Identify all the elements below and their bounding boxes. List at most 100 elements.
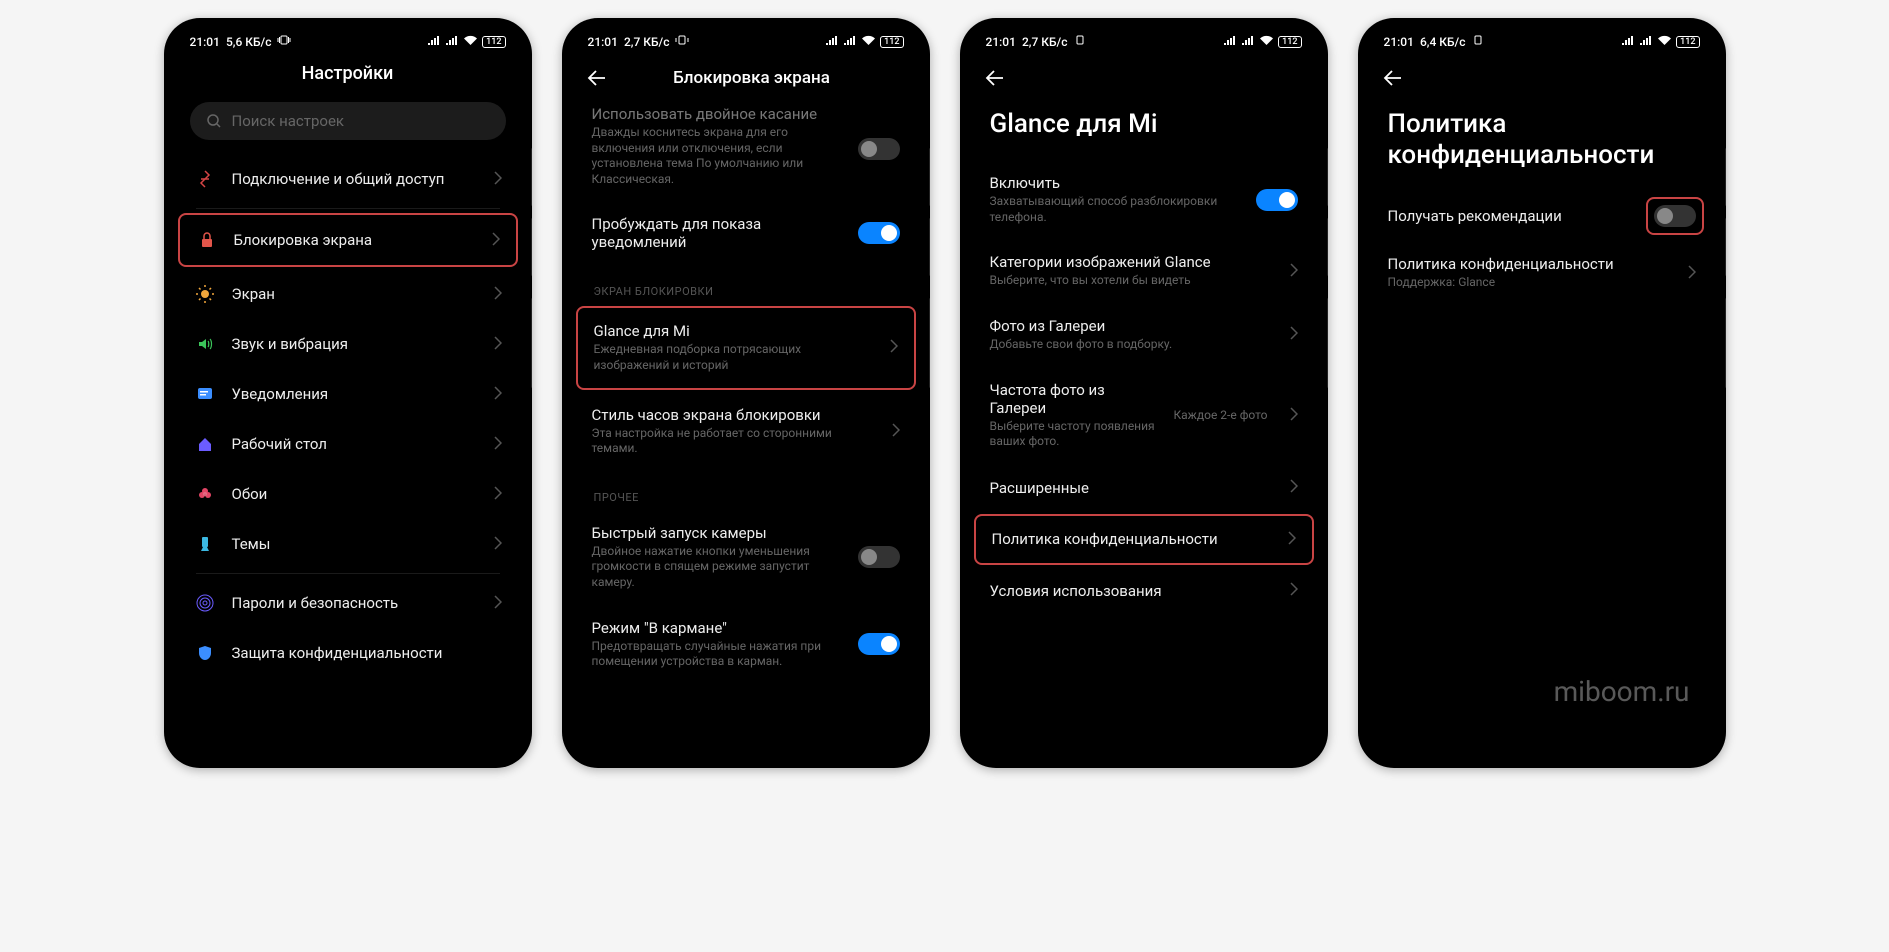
item-label: Уведомления — [232, 385, 478, 403]
side-button — [1725, 148, 1726, 206]
setting-pocket-mode[interactable]: Режим "В кармане" Предотвращать случайны… — [576, 605, 916, 684]
wifi-icon — [861, 35, 876, 49]
item-label: Блокировка экрана — [234, 231, 476, 249]
settings-item-home[interactable]: Рабочий стол — [178, 419, 518, 469]
setting-double-tap[interactable]: Использовать двойное касание Дважды косн… — [576, 97, 916, 201]
toggle[interactable] — [1256, 189, 1298, 211]
item-description: Эта настройка не работает со сторонними … — [592, 426, 876, 457]
setting-quick-camera[interactable]: Быстрый запуск камеры Двойное нажатие кн… — [576, 510, 916, 605]
settings-item-connectivity[interactable]: Подключение и общий доступ — [178, 154, 518, 204]
search-icon — [206, 113, 222, 129]
settings-item-sound[interactable]: Звук и вибрация — [178, 319, 518, 369]
toggle[interactable] — [858, 222, 900, 244]
item-label: Использовать двойное касание — [592, 105, 842, 123]
side-button — [929, 148, 930, 206]
vibrate-icon — [1073, 34, 1087, 49]
phone-frame-4: 21:01 6,4 КБ/с 112 Политика конфиденциал… — [1358, 18, 1726, 768]
page-title: Политика конфиденциальности — [1366, 97, 1718, 191]
toggle[interactable] — [858, 633, 900, 655]
signal-icon — [843, 35, 857, 49]
status-bar: 21:01 5,6 КБ/с 112 — [172, 26, 524, 53]
toggle[interactable] — [858, 138, 900, 160]
chevron-right-icon — [494, 285, 502, 304]
item-description: Предотвращать случайные нажатия при поме… — [592, 639, 842, 670]
item-description: Ежедневная подборка потрясающих изображе… — [594, 342, 874, 373]
settings-item-privacy[interactable]: Защита конфиденциальности — [178, 628, 518, 678]
setting-terms[interactable]: Условия использования — [974, 567, 1314, 615]
toggle[interactable] — [858, 546, 900, 568]
setting-privacy-policy[interactable]: Политика конфиденциальности — [974, 514, 1314, 565]
item-label: Включить — [990, 174, 1240, 192]
vibrate-icon — [675, 34, 689, 49]
item-label: Условия использования — [990, 582, 1274, 600]
item-description: Дважды коснитесь экрана для его включени… — [592, 125, 842, 187]
chevron-right-icon — [494, 170, 502, 189]
phone-frame-3: 21:01 2,7 КБ/с 112 Glance для Mi Включит… — [960, 18, 1328, 768]
item-label: Получать рекомендации — [1388, 207, 1638, 225]
share-icon — [194, 168, 216, 190]
item-label: Экран — [232, 285, 478, 303]
chevron-right-icon — [1290, 325, 1298, 344]
search-input[interactable]: Поиск настроек — [190, 102, 506, 140]
brush-icon — [194, 533, 216, 555]
setting-gallery-photos[interactable]: Фото из Галереи Добавьте свои фото в под… — [974, 303, 1314, 367]
item-label: Пробуждать для показа уведомлений — [592, 215, 842, 251]
vibrate-icon — [1471, 34, 1485, 49]
setting-recommendations[interactable]: Получать рекомендации — [1372, 191, 1712, 241]
side-button — [1327, 218, 1328, 276]
settings-item-security[interactable]: Пароли и безопасность — [178, 578, 518, 628]
status-speed: 2,7 КБ/с — [1022, 35, 1068, 49]
item-label: Политика конфиденциальности — [1388, 255, 1672, 273]
signal-icon — [427, 35, 441, 49]
settings-item-notifications[interactable]: Уведомления — [178, 369, 518, 419]
item-description: Добавьте свои фото в подборку. — [990, 337, 1274, 353]
chevron-right-icon — [1290, 478, 1298, 497]
status-speed: 5,6 КБ/с — [226, 35, 272, 49]
signal-icon — [1241, 35, 1255, 49]
wifi-icon — [1259, 35, 1274, 49]
chevron-right-icon — [1290, 406, 1298, 425]
setting-glance[interactable]: Glance для Mi Ежедневная подборка потряс… — [576, 306, 916, 389]
item-label: Защита конфиденциальности — [232, 644, 502, 662]
chevron-right-icon — [1688, 264, 1696, 283]
item-label: Расширенные — [990, 479, 1274, 497]
settings-item-display[interactable]: Экран — [178, 269, 518, 319]
toggle[interactable] — [1654, 205, 1696, 227]
phone-frame-1: 21:01 5,6 КБ/с 112 Настройки Поиск настр… — [164, 18, 532, 768]
settings-item-wallpaper[interactable]: Обои — [178, 469, 518, 519]
item-label: Подключение и общий доступ — [232, 170, 478, 188]
setting-frequency[interactable]: Частота фото из Галереи Выберите частоту… — [974, 367, 1314, 464]
side-button — [1725, 298, 1726, 388]
chevron-right-icon — [1290, 262, 1298, 281]
setting-enable[interactable]: Включить Захватывающий способ разблокиро… — [974, 160, 1314, 239]
settings-item-lockscreen[interactable]: Блокировка экрана — [178, 213, 518, 267]
setting-categories[interactable]: Категории изображений Glance Выберите, ч… — [974, 239, 1314, 303]
chevron-right-icon — [1290, 581, 1298, 600]
highlight-box — [1646, 197, 1704, 235]
setting-clock-style[interactable]: Стиль часов экрана блокировки Эта настро… — [576, 392, 916, 471]
chevron-right-icon — [494, 435, 502, 454]
battery-icon: 112 — [880, 36, 903, 48]
back-button[interactable] — [584, 65, 610, 91]
item-label: Категории изображений Glance — [990, 253, 1274, 271]
chevron-right-icon — [892, 422, 900, 441]
settings-item-themes[interactable]: Темы — [178, 519, 518, 569]
side-button — [531, 298, 532, 388]
phone-frame-2: 21:01 2,7 КБ/с 112 Блокировка экрана Исп… — [562, 18, 930, 768]
setting-privacy-link[interactable]: Политика конфиденциальности Поддержка: G… — [1372, 241, 1712, 305]
back-button[interactable] — [1380, 65, 1406, 91]
section-header: ПРОЧЕЕ — [576, 471, 916, 510]
back-button[interactable] — [982, 65, 1008, 91]
status-speed: 6,4 КБ/с — [1420, 35, 1466, 49]
item-label: Звук и вибрация — [232, 335, 478, 353]
side-button — [929, 298, 930, 388]
status-time: 21:01 — [588, 35, 618, 49]
speaker-icon — [194, 333, 216, 355]
signal-icon — [825, 35, 839, 49]
item-label: Фото из Галереи — [990, 317, 1274, 335]
setting-wake-notifications[interactable]: Пробуждать для показа уведомлений — [576, 201, 916, 265]
item-label: Glance для Mi — [594, 322, 874, 340]
setting-advanced[interactable]: Расширенные — [974, 464, 1314, 512]
battery-icon: 112 — [1278, 36, 1301, 48]
chevron-right-icon — [494, 594, 502, 613]
